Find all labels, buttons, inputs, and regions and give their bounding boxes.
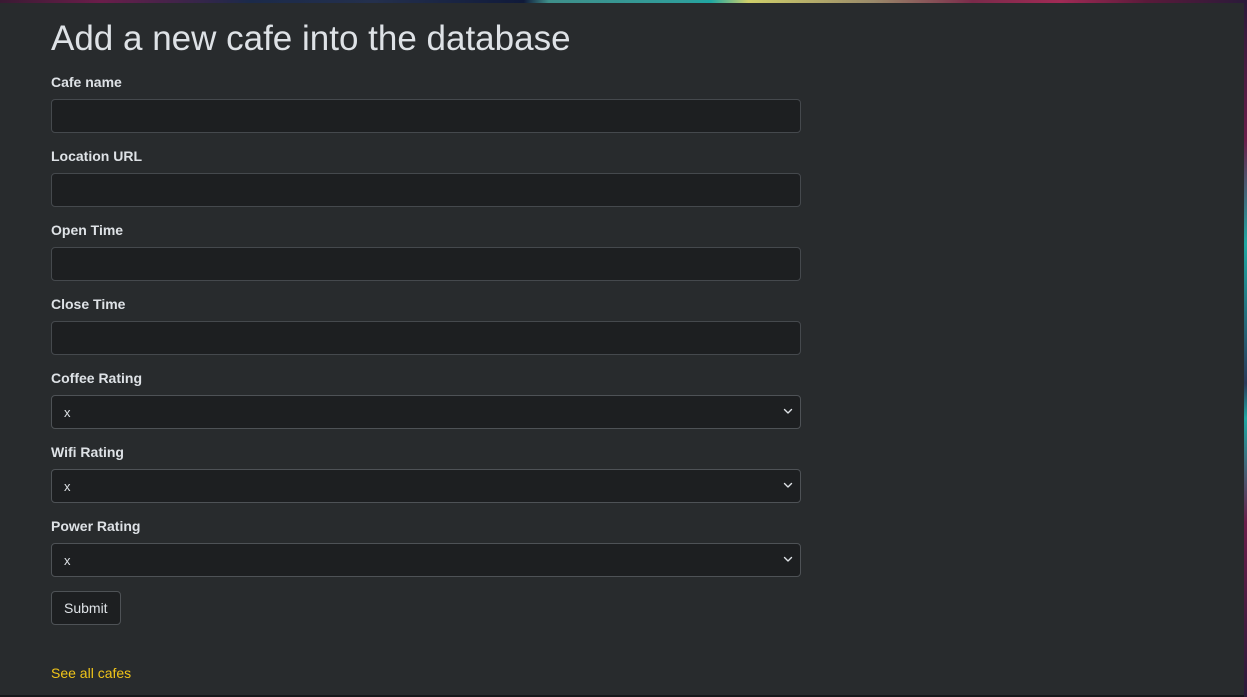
- see-all-cafes-link[interactable]: See all cafes: [51, 664, 131, 682]
- location-url-input[interactable]: [51, 173, 801, 207]
- location-url-group: Location URL: [51, 147, 801, 207]
- cafe-name-label: Cafe name: [51, 74, 122, 90]
- open-time-label: Open Time: [51, 222, 124, 238]
- submit-button[interactable]: Submit: [51, 591, 121, 625]
- chevron-down-icon: [783, 408, 793, 414]
- wifi-rating-group: Wifi Rating x: [51, 443, 801, 503]
- power-rating-group: Power Rating x: [51, 517, 801, 577]
- open-time-input[interactable]: [51, 247, 801, 281]
- power-rating-label: Power Rating: [51, 518, 141, 534]
- location-url-label: Location URL: [51, 148, 142, 164]
- coffee-rating-value: x: [64, 404, 71, 420]
- close-time-input[interactable]: [51, 321, 801, 355]
- wifi-rating-label: Wifi Rating: [51, 444, 124, 460]
- chevron-down-icon: [783, 482, 793, 488]
- open-time-group: Open Time: [51, 221, 801, 281]
- power-rating-select[interactable]: x: [51, 543, 801, 577]
- chevron-down-icon: [783, 556, 793, 562]
- coffee-rating-label: Coffee Rating: [51, 370, 142, 386]
- coffee-rating-select[interactable]: x: [51, 395, 801, 429]
- cafe-name-input[interactable]: [51, 99, 801, 133]
- power-rating-value: x: [64, 552, 71, 568]
- coffee-rating-group: Coffee Rating x: [51, 369, 801, 429]
- wifi-rating-value: x: [64, 478, 71, 494]
- wifi-rating-select[interactable]: x: [51, 469, 801, 503]
- main-panel: Add a new cafe into the database Cafe na…: [0, 3, 1244, 695]
- close-time-label: Close Time: [51, 296, 126, 312]
- page-title: Add a new cafe into the database: [51, 19, 571, 58]
- close-time-group: Close Time: [51, 295, 801, 355]
- cafe-name-group: Cafe name: [51, 73, 801, 133]
